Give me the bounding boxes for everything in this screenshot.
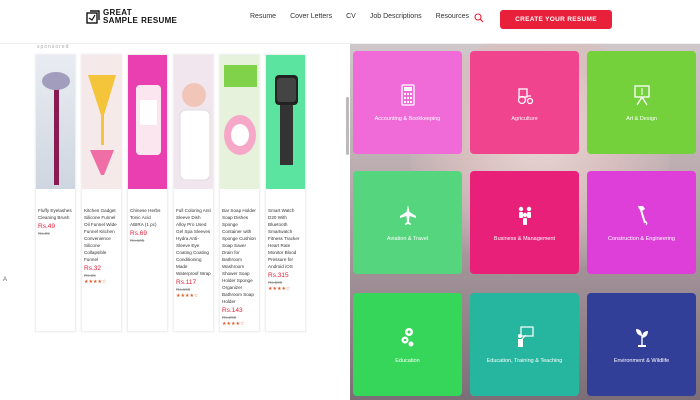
logo-mark-icon [86,10,100,24]
ad-panel: sponsored Fluffy Eyelashes Cleaning Brus… [0,44,350,400]
product-image[interactable] [36,55,75,189]
nav-resources[interactable]: Resources [436,13,469,20]
plant-icon [635,328,648,347]
product-price: Rs.69 [130,230,147,237]
product-title[interactable]: Fluffy Eyelashes Cleaning Brush [36,189,75,221]
category-label: Art & Design [626,115,657,122]
category-education-training[interactable]: Education, Training & Teaching [470,293,579,396]
category-label: Aviation & Travel [386,235,429,242]
category-art-design[interactable]: Art & Design [587,51,696,154]
category-environment[interactable]: Environment & Wildlife [587,293,696,396]
site-header: GREAT SAMPLE RESUME Resume Cover Letters… [0,0,700,44]
gears-icon [401,327,413,346]
product-title[interactable]: Smart Watch D20 With Bluetooth Smartwatc… [266,189,305,270]
product-title[interactable]: Full Coloring Anti Sleeve Dish Alloy Pro… [174,189,213,277]
nav-job-descriptions[interactable]: Job Descriptions [370,13,422,20]
product-list: Fluffy Eyelashes Cleaning Brush Rs.49 Rs… [35,54,306,332]
category-label: Construction & Engineering [608,235,675,242]
product-mrp: Rs.105 [130,238,145,243]
product-rating: ★★★★☆ [268,286,291,292]
nav-cv[interactable]: CV [346,13,356,20]
product-mrp: Rs.299 [222,315,237,320]
product-rating: ★★★★☆ [84,279,107,285]
product-mrp: Rs.599 [268,280,283,285]
calculator-icon [400,83,415,106]
product-image[interactable] [82,55,121,189]
product-image[interactable] [220,55,259,189]
category-label: Environment & Wildlife [613,357,670,364]
product-card[interactable]: Full Coloring Anti Sleeve Dish Alloy Pro… [173,54,214,332]
logo-text-resume: RESUME [141,16,178,25]
product-price: Rs.117 [176,279,197,286]
category-label: Accounting & Bookkeeping [374,115,441,122]
category-label: Education, Training & Teaching [486,357,563,364]
product-title[interactable]: Chinese Herbs Tonic Acid ABIRA (1 pc) [128,189,167,228]
scrollbar-thumb[interactable] [346,97,349,155]
product-card[interactable]: Chinese Herbs Tonic Acid ABIRA (1 pc) Rs… [127,54,168,332]
category-panel: Accounting & Bookkeeping Agriculture Art… [350,44,700,400]
category-aviation[interactable]: Aviation & Travel [353,171,462,274]
product-price: Rs.49 [38,223,55,230]
airplane-icon [399,204,416,225]
product-image[interactable] [174,55,213,189]
category-agriculture[interactable]: Agriculture [470,51,579,154]
site-logo[interactable]: GREAT SAMPLE RESUME [86,9,177,25]
logo-text-sample: SAMPLE [103,16,139,25]
product-mrp: Rs.65 [84,273,96,278]
category-label: Education [395,357,420,364]
product-rating: ★★★★☆ [176,293,199,299]
category-construction[interactable]: Construction & Engineering [587,171,696,274]
category-business[interactable]: Business & Management [470,171,579,274]
category-education[interactable]: Education [353,293,462,396]
product-rating: ★★★★☆ [222,321,245,327]
nav-cover-letters[interactable]: Cover Letters [290,13,332,20]
category-label: Agriculture [511,115,538,122]
main-nav: Resume Cover Letters CV Job Descriptions… [250,13,469,20]
product-price: Rs.315 [268,272,289,279]
product-mrp: Rs.99 [38,231,50,236]
team-icon [518,206,531,225]
product-title[interactable]: Bar Soap Holder Soap Dishes Sponge Conta… [220,189,259,305]
left-edge-marker: A [3,277,8,283]
hammer-icon [637,205,647,225]
product-card[interactable]: Bar Soap Holder Soap Dishes Sponge Conta… [219,54,260,332]
product-title[interactable]: Kitchen Gadget Silicone Funnel Oil Funne… [82,189,121,263]
product-mrp: Rs.199 [176,287,191,292]
search-icon[interactable] [474,13,484,23]
teacher-icon [517,325,534,347]
product-card[interactable]: Fluffy Eyelashes Cleaning Brush Rs.49 Rs… [35,54,76,332]
category-label: Business & Management [493,235,556,242]
easel-icon [633,84,650,105]
create-resume-button[interactable]: CREATE YOUR RESUME [500,10,612,29]
product-price: Rs.32 [84,265,101,272]
product-price: Rs.143 [222,307,243,314]
product-card[interactable]: Kitchen Gadget Silicone Funnel Oil Funne… [81,54,122,332]
tractor-icon [517,87,533,104]
category-accounting[interactable]: Accounting & Bookkeeping [353,51,462,154]
product-image[interactable] [128,55,167,189]
sponsored-label: sponsored [37,44,70,50]
product-image[interactable] [266,55,305,189]
nav-resume[interactable]: Resume [250,13,276,20]
product-card[interactable]: Smart Watch D20 With Bluetooth Smartwatc… [265,54,306,332]
